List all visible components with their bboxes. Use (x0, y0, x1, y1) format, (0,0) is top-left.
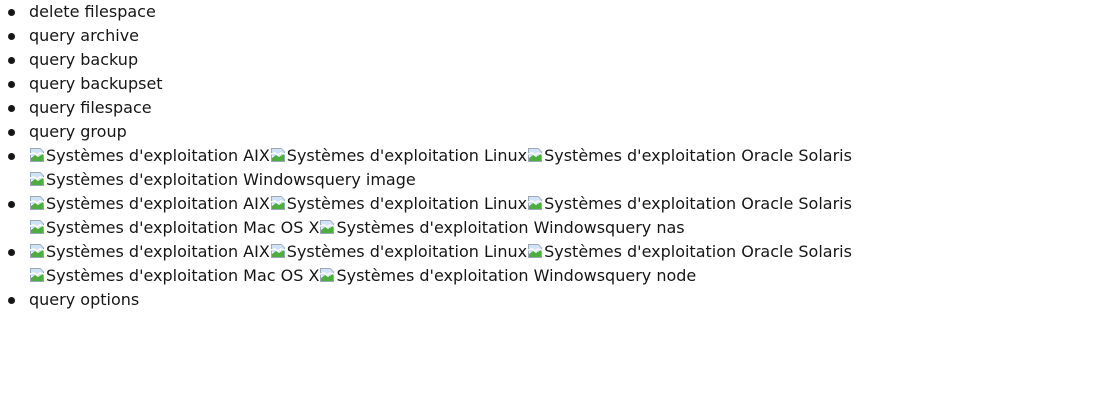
broken-image-icon (29, 147, 45, 163)
command-link[interactable]: query archive (29, 26, 139, 45)
platform-label: Systèmes d'exploitation AIX (46, 194, 270, 213)
broken-image-icon (270, 243, 286, 259)
broken-image-icon (270, 147, 286, 163)
list-item[interactable]: query backup (0, 48, 1107, 72)
broken-image-icon (29, 267, 45, 283)
command-link[interactable]: query backupset (29, 74, 163, 93)
broken-image-icon (319, 219, 335, 235)
command-link[interactable]: query options (29, 290, 139, 309)
platform-tag: Systèmes d'exploitation AIX (29, 242, 270, 261)
platform-label: Systèmes d'exploitation Oracle Solaris (544, 194, 852, 213)
platform-tag: Systèmes d'exploitation Linux (270, 146, 527, 165)
platform-label: Systèmes d'exploitation Windows (336, 266, 606, 285)
list-item[interactable]: delete filespace (0, 0, 1107, 24)
command-link[interactable]: query filespace (29, 98, 152, 117)
platform-label: Systèmes d'exploitation AIX (46, 242, 270, 261)
platform-tag: Systèmes d'exploitation Windows (29, 170, 315, 189)
list-item[interactable]: Systèmes d'exploitation AIX Systèmes d'ex… (0, 192, 1107, 240)
list-item[interactable]: query backupset (0, 72, 1107, 96)
list-item[interactable]: query group (0, 120, 1107, 144)
broken-image-icon (527, 243, 543, 259)
command-link[interactable]: query group (29, 122, 127, 141)
command-list: delete filespace query archive query bac… (0, 0, 1107, 312)
broken-image-icon (270, 195, 286, 211)
platform-tag: Systèmes d'exploitation Oracle Solaris (527, 242, 852, 261)
broken-image-icon (29, 219, 45, 235)
command-link[interactable]: query image (315, 170, 416, 189)
platform-tag: Systèmes d'exploitation Windows (319, 266, 605, 285)
platform-tag: Systèmes d'exploitation AIX (29, 194, 270, 213)
platform-tag: Systèmes d'exploitation Mac OS X (29, 218, 319, 237)
platform-label: Systèmes d'exploitation Linux (286, 146, 528, 165)
broken-image-icon (527, 195, 543, 211)
platform-tag: Systèmes d'exploitation Oracle Solaris (527, 194, 852, 213)
platform-tag: Systèmes d'exploitation Oracle Solaris (527, 146, 852, 165)
platform-label: Systèmes d'exploitation AIX (46, 146, 270, 165)
platform-label: Systèmes d'exploitation Mac OS X (46, 218, 320, 237)
list-item[interactable]: query filespace (0, 96, 1107, 120)
list-item[interactable]: Systèmes d'exploitation AIX Systèmes d'ex… (0, 240, 1107, 288)
broken-image-icon (29, 243, 45, 259)
platform-label: Systèmes d'exploitation Windows (46, 170, 315, 189)
platform-label: Systèmes d'exploitation Windows (336, 218, 606, 237)
platform-tag: Systèmes d'exploitation Windows (319, 218, 605, 237)
platform-tag: Systèmes d'exploitation AIX (29, 146, 270, 165)
command-link[interactable]: query nas (605, 218, 685, 237)
platform-tag: Systèmes d'exploitation Linux (270, 242, 527, 261)
platform-tag: Systèmes d'exploitation Linux (270, 194, 527, 213)
broken-image-icon (29, 171, 45, 187)
platform-tag: Systèmes d'exploitation Mac OS X (29, 266, 319, 285)
platform-label: Systèmes d'exploitation Linux (286, 194, 528, 213)
broken-image-icon (29, 195, 45, 211)
command-link[interactable]: query node (605, 266, 696, 285)
command-link[interactable]: query backup (29, 50, 138, 69)
platform-label: Systèmes d'exploitation Oracle Solaris (544, 146, 852, 165)
list-item[interactable]: query archive (0, 24, 1107, 48)
broken-image-icon (319, 267, 335, 283)
platform-label: Systèmes d'exploitation Oracle Solaris (544, 242, 852, 261)
broken-image-icon (527, 147, 543, 163)
list-item[interactable]: Systèmes d'exploitation AIX Systèmes d'ex… (0, 144, 1107, 192)
platform-label: Systèmes d'exploitation Mac OS X (46, 266, 320, 285)
platform-label: Systèmes d'exploitation Linux (286, 242, 528, 261)
command-link[interactable]: delete filespace (29, 2, 156, 21)
list-item[interactable]: query options (0, 288, 1107, 312)
